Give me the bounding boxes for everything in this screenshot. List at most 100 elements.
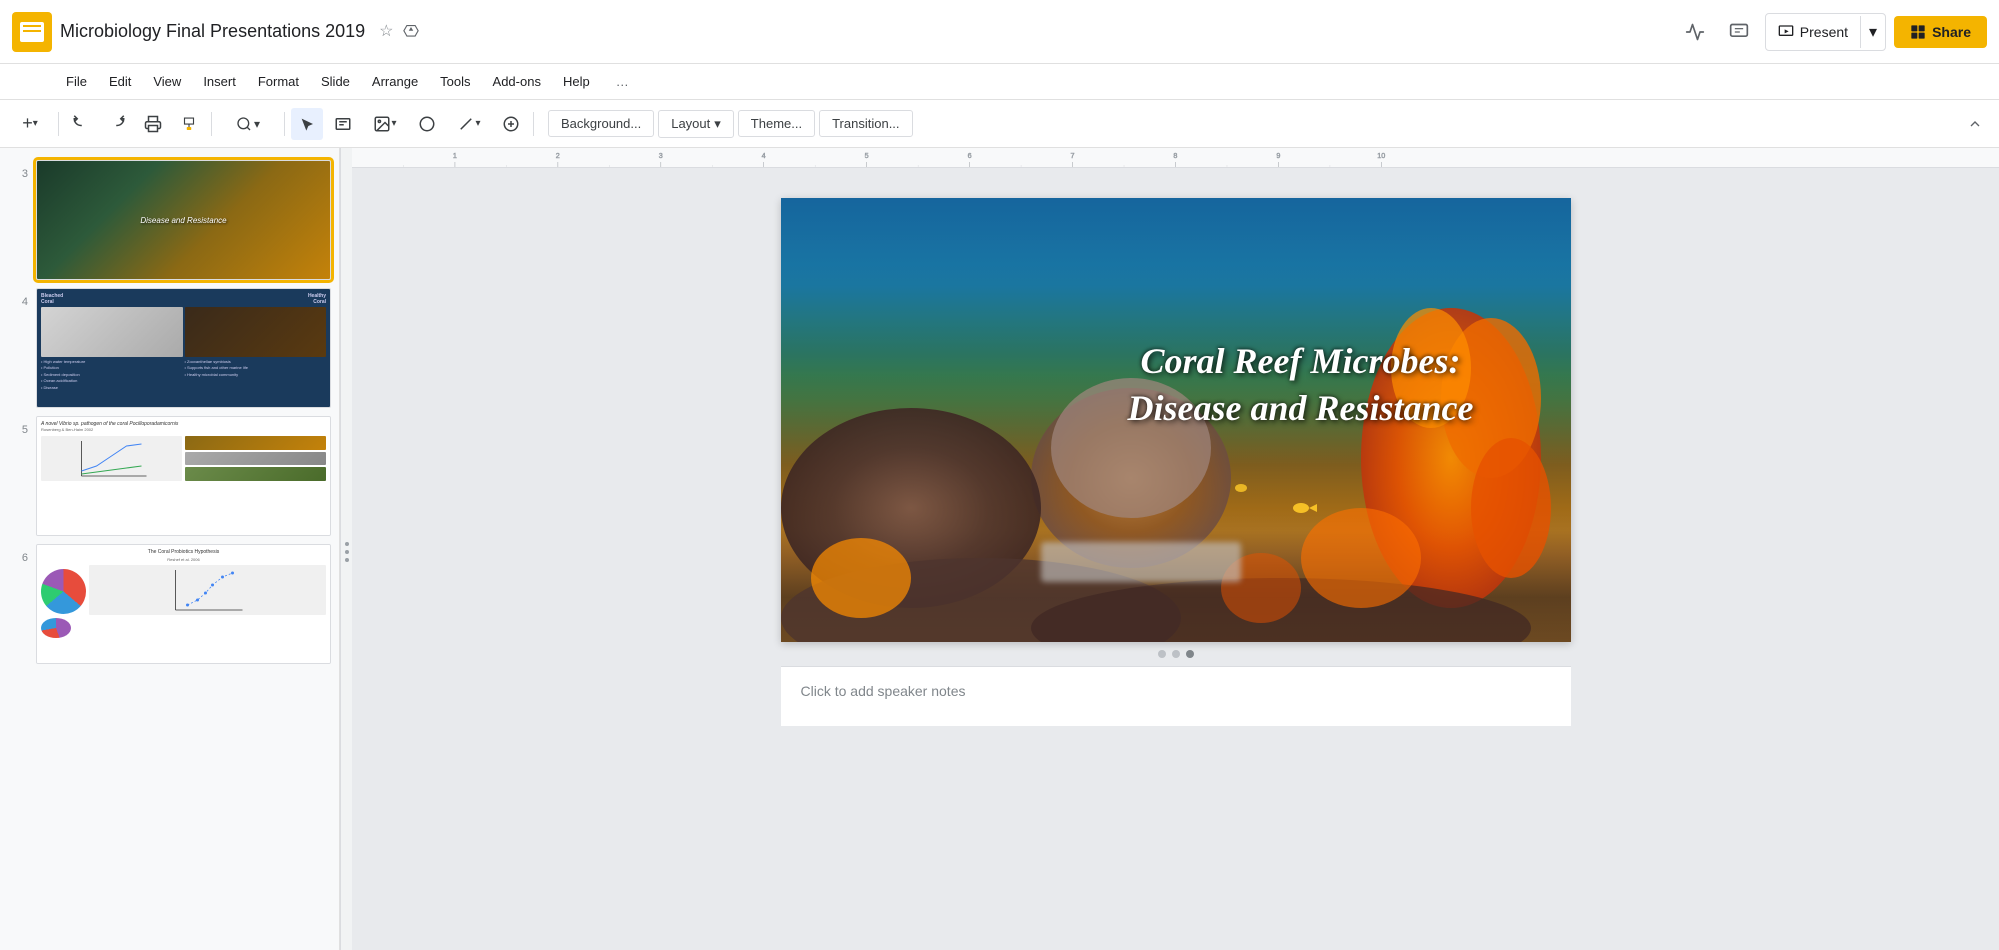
layout-label: Layout [671,116,710,131]
present-main-button[interactable]: Present [1766,16,1861,48]
horizontal-ruler: 1 2 3 4 5 6 7 8 9 10 [352,148,1999,168]
doc-title-row: Microbiology Final Presentations 2019 ☆ [60,21,1669,42]
menu-more[interactable]: … [606,70,639,93]
slide-6-thumb-box[interactable]: The Coral Probiotics Hypothesis Reshef e… [36,544,331,664]
menu-bar: File Edit View Insert Format Slide Arran… [0,64,1999,100]
slide-thumbnail-5[interactable]: 5 A novel Vibrio sp. pathogen of the cor… [0,412,339,540]
panel-resize-handle[interactable] [340,148,352,950]
toolbar-divider-3 [284,112,285,136]
slide-6-bg: The Coral Probiotics Hypothesis Reshef e… [37,545,330,663]
share-button[interactable]: Share [1894,16,1987,48]
svg-text:6: 6 [968,152,972,160]
svg-text:10: 10 [1377,152,1385,160]
menu-help[interactable]: Help [553,70,600,93]
undo-button[interactable] [65,108,97,140]
menu-tools[interactable]: Tools [430,70,480,93]
slide-4-content: BleachedCoral • High water temperature• … [37,289,330,407]
slide-4-bleached-label: BleachedCoral [41,293,183,305]
star-icon[interactable]: ☆ [379,21,393,42]
slide-6-subtitle: Reshef et al. 2006 [41,557,326,562]
canvas-scroll[interactable]: Coral Reef Microbes: Disease and Resista… [352,168,1999,950]
menu-edit[interactable]: Edit [99,70,141,93]
slide-canvas[interactable]: Coral Reef Microbes: Disease and Resista… [781,198,1571,642]
svg-text:5: 5 [865,152,869,160]
slide-thumbnail-6[interactable]: 6 The Coral Probiotics Hypothesis Reshef… [0,540,339,668]
slide-3-title: Disease and Resistance [140,216,226,225]
slide-navigation-dots [1158,642,1194,666]
slide-title: Coral Reef Microbes: Disease and Resista… [1111,338,1491,432]
slide-dot-3[interactable] [1186,650,1194,658]
slide-dot-2[interactable] [1172,650,1180,658]
slide-4-healthy-label: HealthyCoral [185,293,327,305]
transition-label: Transition... [832,116,899,131]
slide-4-bleached-img [41,307,183,357]
menu-insert[interactable]: Insert [193,70,246,93]
zoom-button[interactable]: ▾ [218,108,278,140]
add-slide-button[interactable]: + ▾ [8,108,52,140]
slide-dot-1[interactable] [1158,650,1166,658]
slide-6-content: The Coral Probiotics Hypothesis Reshef e… [37,545,330,663]
theme-label: Theme... [751,116,802,131]
layout-arrow: ▾ [714,116,721,132]
collapse-toolbar-button[interactable] [1959,108,1991,140]
toolbar-divider-4 [533,112,534,136]
menu-file[interactable]: File [56,70,97,93]
select-tool-button[interactable] [291,108,323,140]
menu-format[interactable]: Format [248,70,309,93]
activity-button[interactable] [1677,14,1713,50]
format-paint-button[interactable] [173,108,205,140]
main-area: 3 Disease and Resistance 4 BleachedCoral [0,148,1999,950]
theme-button[interactable]: Theme... [738,110,815,137]
slide-4-right-bullets: • Zooxanthellae symbiosis• Supports fish… [185,359,327,378]
header-right: Present ▾ Share [1677,13,1987,51]
toolbar-divider-1 [58,112,59,136]
slide-6-pie-chart-2 [41,618,71,638]
slide-thumbnail-3[interactable]: 3 Disease and Resistance [0,156,339,284]
title-icons: ☆ [379,21,419,42]
slide-3-content: Disease and Resistance [37,161,330,279]
slide-4-bg: BleachedCoral • High water temperature• … [37,289,330,407]
slide-5-content-row [41,436,326,481]
background-label: Background... [561,116,641,131]
slide-5-images [185,436,326,481]
menu-view[interactable]: View [143,70,191,93]
slide-4-thumb-box[interactable]: BleachedCoral • High water temperature• … [36,288,331,408]
slide-5-subtitle: Rosenberg & Ben-Haim 2002 [41,427,326,432]
toolbar-divider-2 [211,112,212,136]
slide-6-pie-chart [41,569,86,614]
title-area: Microbiology Final Presentations 2019 ☆ [60,21,1669,42]
svg-text:2: 2 [556,152,560,160]
share-label: Share [1932,24,1971,40]
slide-num-3: 3 [8,160,28,180]
slide-num-5: 5 [8,416,28,436]
line-tool-button[interactable]: ▾ [447,108,491,140]
menu-arrange[interactable]: Arrange [362,70,428,93]
slide-5-img-3 [185,467,326,481]
canvas-area: 1 2 3 4 5 6 7 8 9 10 [352,148,1999,950]
shape-button[interactable] [411,108,443,140]
present-label: Present [1800,24,1848,40]
speaker-notes-placeholder[interactable]: Click to add speaker notes [801,683,966,699]
slide-thumbnail-4[interactable]: 4 BleachedCoral • High water temperature… [0,284,339,412]
slide-5-thumb-box[interactable]: A novel Vibrio sp. pathogen of the coral… [36,416,331,536]
text-box-button[interactable] [327,108,359,140]
slide-blurred-element [1041,542,1241,582]
redo-button[interactable] [101,108,133,140]
menu-slide[interactable]: Slide [311,70,360,93]
menu-addons[interactable]: Add-ons [483,70,551,93]
speaker-notes-area[interactable]: Click to add speaker notes [781,666,1571,726]
document-title[interactable]: Microbiology Final Presentations 2019 [60,21,365,42]
slide-3-thumb-box[interactable]: Disease and Resistance [36,160,331,280]
background-button[interactable]: Background... [548,110,654,137]
image-button[interactable]: ▾ [363,108,407,140]
insert-comment-button[interactable] [495,108,527,140]
layout-button[interactable]: Layout ▾ [658,110,734,138]
svg-text:9: 9 [1276,152,1280,160]
drive-icon[interactable] [402,21,420,42]
comments-button[interactable] [1721,14,1757,50]
present-dropdown-arrow[interactable]: ▾ [1861,14,1885,50]
transition-button[interactable]: Transition... [819,110,912,137]
slide-panel: 3 Disease and Resistance 4 BleachedCoral [0,148,340,950]
print-button[interactable] [137,108,169,140]
slide-6-content-row [41,565,326,638]
